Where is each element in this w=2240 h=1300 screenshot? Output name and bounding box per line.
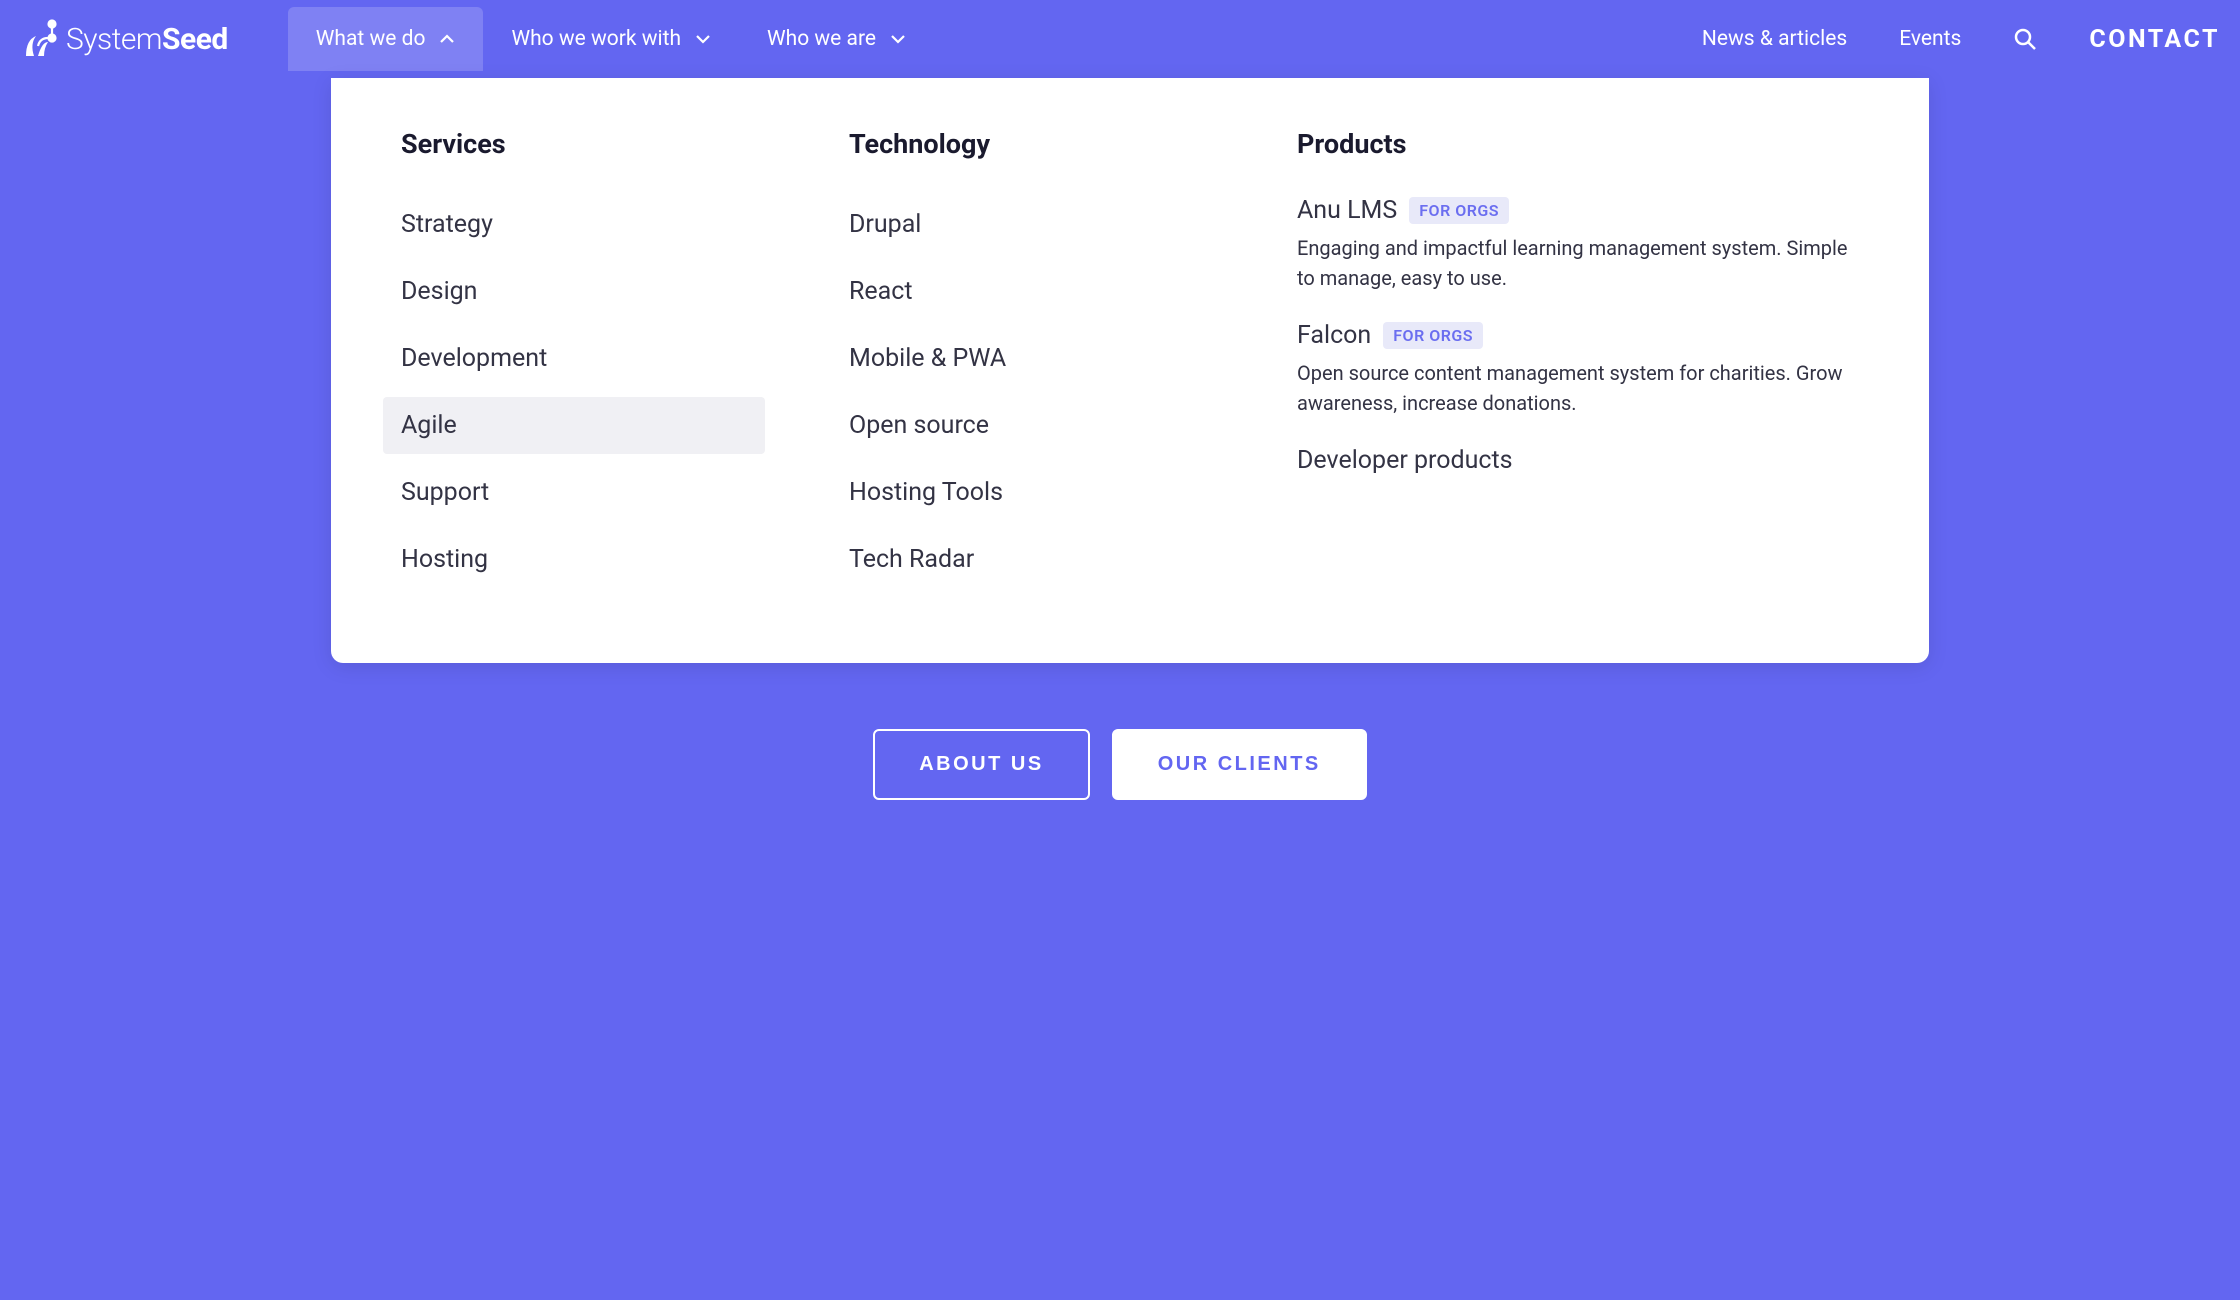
menu-column-services: Services Strategy Design Development Agi… xyxy=(401,128,849,598)
product-link-falcon[interactable]: Falcon FOR ORGS xyxy=(1297,321,1859,350)
search-icon[interactable] xyxy=(2013,27,2037,51)
product-falcon: Falcon FOR ORGS Open source content mana… xyxy=(1297,321,1859,418)
menu-link-tech-radar[interactable]: Tech Radar xyxy=(831,531,1213,588)
product-name: Anu LMS xyxy=(1297,196,1397,225)
product-link-anu-lms[interactable]: Anu LMS FOR ORGS xyxy=(1297,196,1859,225)
logo-text-light: System xyxy=(66,22,162,57)
menu-link-react[interactable]: React xyxy=(831,263,1213,320)
menu-link-hosting-tools[interactable]: Hosting Tools xyxy=(831,464,1213,521)
chevron-down-icon xyxy=(695,34,711,44)
product-badge: FOR ORGS xyxy=(1409,197,1509,224)
contact-link[interactable]: CONTACT xyxy=(2089,25,2220,54)
menu-link-strategy[interactable]: Strategy xyxy=(383,196,765,253)
nav-primary: What we do Who we work with Who we are xyxy=(288,7,934,71)
mega-menu: Services Strategy Design Development Agi… xyxy=(331,78,1929,663)
product-description: Engaging and impactful learning manageme… xyxy=(1297,233,1859,293)
menu-link-hosting[interactable]: Hosting xyxy=(383,531,765,588)
chevron-up-icon xyxy=(439,34,455,44)
product-name: Falcon xyxy=(1297,321,1371,350)
menu-link-mobile-pwa[interactable]: Mobile & PWA xyxy=(831,330,1213,387)
nav-item-who-we-work-with[interactable]: Who we work with xyxy=(483,7,739,71)
nav-link-events[interactable]: Events xyxy=(1899,27,1961,51)
menu-link-open-source[interactable]: Open source xyxy=(831,397,1213,454)
nav-item-who-we-are[interactable]: Who we are xyxy=(739,7,934,71)
logo-icon xyxy=(20,18,60,60)
menu-link-design[interactable]: Design xyxy=(383,263,765,320)
nav-label: Who we work with xyxy=(511,27,681,51)
menu-column-products: Products Anu LMS FOR ORGS Engaging and i… xyxy=(1297,128,1859,598)
product-description: Open source content management system fo… xyxy=(1297,358,1859,418)
menu-heading-services: Services xyxy=(401,128,849,160)
menu-column-technology: Technology Drupal React Mobile & PWA Ope… xyxy=(849,128,1297,598)
product-link-developer-products[interactable]: Developer products xyxy=(1297,446,1859,475)
nav-link-news[interactable]: News & articles xyxy=(1702,27,1847,51)
menu-heading-technology: Technology xyxy=(849,128,1297,160)
menu-link-development[interactable]: Development xyxy=(383,330,765,387)
logo[interactable]: SystemSeed xyxy=(20,18,228,60)
hero-buttons: ABOUT US OUR CLIENTS xyxy=(0,729,2240,800)
site-header: SystemSeed What we do Who we work with W… xyxy=(0,0,2240,78)
about-us-button[interactable]: ABOUT US xyxy=(873,729,1089,800)
product-badge: FOR ORGS xyxy=(1383,322,1483,349)
chevron-down-icon xyxy=(890,34,906,44)
menu-heading-products: Products xyxy=(1297,128,1859,160)
menu-link-support[interactable]: Support xyxy=(383,464,765,521)
logo-text-bold: Seed xyxy=(162,22,228,57)
nav-item-what-we-do[interactable]: What we do xyxy=(288,7,484,71)
nav-secondary: News & articles Events CONTACT xyxy=(1702,25,2220,54)
nav-label: What we do xyxy=(316,27,426,51)
menu-link-agile[interactable]: Agile xyxy=(383,397,765,454)
menu-link-drupal[interactable]: Drupal xyxy=(831,196,1213,253)
nav-label: Who we are xyxy=(767,27,876,51)
our-clients-button[interactable]: OUR CLIENTS xyxy=(1112,729,1367,800)
product-anu-lms: Anu LMS FOR ORGS Engaging and impactful … xyxy=(1297,196,1859,293)
